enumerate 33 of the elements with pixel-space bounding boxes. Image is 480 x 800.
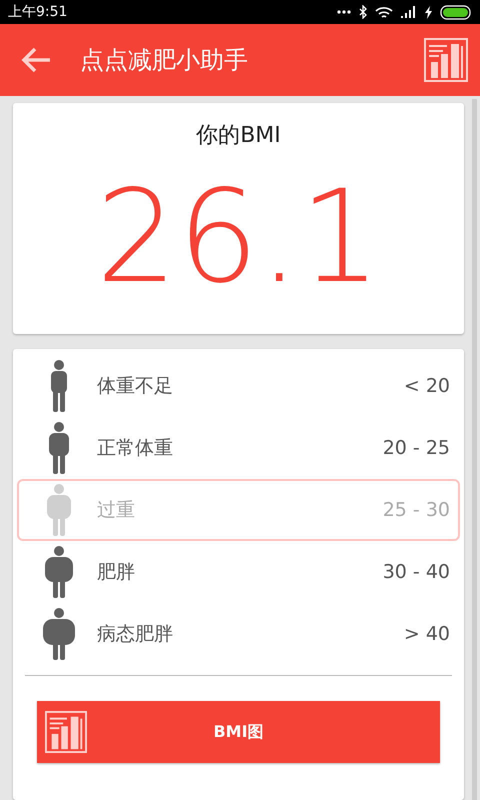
bar-chart-icon[interactable] [424,38,468,82]
signal-icon [401,6,417,18]
category-label: 体重不足 [97,374,174,399]
back-icon[interactable] [20,46,52,74]
person-icon [49,422,69,474]
bmi-value: 26.1 [95,174,382,314]
category-range: 20 - 25 [382,436,450,461]
bluetooth-icon [359,5,367,19]
bar-chart-icon [45,711,87,753]
app-title: 点点减肥小助手 [80,45,249,76]
category-range: < 20 [404,374,450,399]
category-label: 过重 [97,498,136,523]
category-row[interactable]: 正常体重 20 - 25 [17,417,460,479]
person-icon [45,546,73,598]
category-row[interactable]: 体重不足 < 20 [17,355,460,417]
battery-icon [440,4,472,20]
category-row[interactable]: 肥胖 30 - 40 [17,541,460,603]
status-time: 上午9:51 [8,2,68,22]
category-label: 肥胖 [97,560,136,585]
charging-icon [425,6,432,18]
category-label: 病态肥胖 [97,622,174,647]
person-icon [43,608,75,660]
person-icon [51,360,67,412]
category-label: 正常体重 [97,436,174,461]
bmi-heading: 你的BMI [195,122,282,150]
more-icon [337,10,351,14]
bmi-chart-button[interactable]: BMI图 [37,701,440,763]
category-range: 25 - 30 [382,498,450,523]
wifi-icon [375,6,393,18]
person-icon [47,484,71,536]
category-range: 30 - 40 [382,560,450,585]
category-row[interactable]: 病态肥胖 > 40 [17,603,460,665]
category-range: > 40 [404,622,450,647]
